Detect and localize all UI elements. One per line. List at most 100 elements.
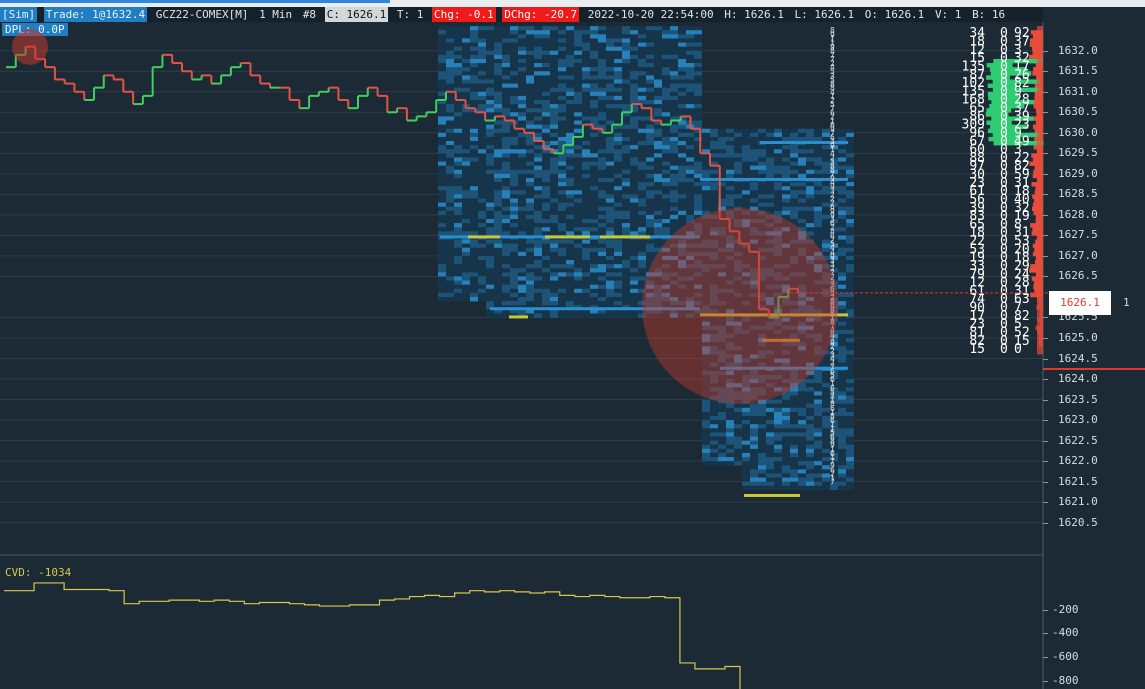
heatmap-cell: [566, 218, 574, 224]
heatmap-cell: [790, 391, 798, 396]
heatmap-cell: [566, 71, 574, 76]
heatmap-cell: [470, 79, 478, 84]
heatmap-cell: [670, 210, 678, 216]
heatmap-cell: [846, 485, 854, 491]
heatmap-cell: [510, 91, 518, 97]
heatmap-cell: [486, 104, 494, 109]
heatmap-cell: [462, 54, 470, 60]
heatmap-cell: [662, 116, 670, 121]
heatmap-cell: [542, 116, 550, 121]
heatmap-cell: [694, 91, 702, 97]
heatmap-cell: [446, 288, 454, 294]
heatmap-cell: [446, 276, 454, 281]
heatmap-cell: [838, 457, 846, 462]
heatmap-cell: [750, 194, 758, 199]
heatmap-cell: [526, 75, 534, 80]
heatmap-cell: [630, 198, 638, 203]
heatmap-cell: [606, 99, 614, 105]
heatmap-cell: [454, 223, 462, 228]
heatmap-cell: [454, 198, 462, 203]
heatmap-cell: [470, 42, 478, 47]
chart-canvas[interactable]: 8911987724535884125762169763914238879493…: [0, 22, 1145, 689]
heatmap-cell: [710, 424, 718, 429]
heatmap-cell: [478, 124, 486, 129]
heatmap-cell: [750, 457, 758, 462]
heatmap-cell: [518, 182, 526, 187]
heatmap-cell: [790, 157, 798, 162]
heatmap-cell: [606, 255, 614, 261]
heatmap-cell: [438, 186, 446, 191]
heatmap-cell: [478, 54, 486, 60]
heatmap-cell: [726, 461, 734, 466]
current-price-marker: 1626.1: [1049, 291, 1111, 315]
heatmap-cell: [814, 399, 822, 404]
heatmap-cell: [590, 251, 598, 257]
heatmap-cell: [438, 83, 446, 88]
heatmap-cell: [598, 255, 606, 261]
heatmap-cell: [622, 141, 630, 146]
heatmap-cell: [662, 34, 670, 39]
heatmap-cell: [750, 440, 758, 446]
price-axis-label: 1621.5: [1058, 474, 1098, 488]
heatmap-cell: [470, 214, 478, 220]
heatmap-cell: [814, 395, 822, 400]
heatmap-cell: [750, 481, 758, 487]
heatmap-cell: [558, 255, 566, 261]
heatmap-cell: [550, 54, 558, 60]
heatmap-cell: [726, 194, 734, 199]
heatmap-cell: [838, 481, 846, 487]
heatmap-cell: [614, 141, 622, 146]
heatmap-cell: [566, 296, 574, 302]
heatmap-cell: [582, 218, 590, 224]
heatmap-cell: [606, 116, 614, 121]
heatmap-cell: [502, 227, 510, 232]
heatmap-cell: [518, 50, 526, 56]
heatmap-cell: [606, 284, 614, 290]
heatmap-cell: [558, 91, 566, 97]
heatmap-cell: [670, 30, 678, 35]
heatmap-cell: [822, 169, 830, 175]
heatmap-cell: [646, 186, 654, 191]
heatmap-cell: [606, 243, 614, 249]
heatmap-cell: [806, 149, 814, 154]
heatmap-cell: [614, 132, 622, 138]
heatmap-cell: [670, 132, 678, 138]
interval-label[interactable]: 1 Min: [257, 7, 294, 22]
heatmap-cell: [638, 67, 646, 72]
heatmap-cell: [542, 112, 550, 117]
heatmap-cell: [814, 428, 822, 433]
heatmap-cell: [534, 124, 542, 129]
cvd-axis-tick: [1043, 680, 1048, 682]
sim-mode-badge[interactable]: [Sim]: [0, 7, 38, 22]
heatmap-cell: [518, 91, 526, 97]
heatmap-cell: [678, 186, 686, 191]
heatmap-cell: [846, 420, 854, 425]
heatmap-cell: [686, 99, 694, 105]
heatmap-cell: [534, 108, 542, 113]
heatmap-cell: [542, 108, 550, 113]
heatmap-cell: [750, 403, 758, 409]
heatmap-cell: [798, 432, 806, 437]
heatmap-cell: [646, 141, 654, 146]
heatmap-cell: [654, 132, 662, 138]
heatmap-cell: [534, 239, 542, 244]
heatmap-cell: [550, 157, 558, 162]
heatmap-cell: [662, 218, 670, 224]
heatmap-cell: [454, 227, 462, 232]
heatmap-cell: [710, 202, 718, 207]
heatmap-cell: [590, 264, 598, 269]
heatmap-cell: [574, 104, 582, 109]
heatmap-cell: [558, 243, 566, 249]
heatmap-cell: [454, 260, 462, 265]
heatmap-cell: [534, 132, 542, 138]
heatmap-cell: [758, 485, 766, 491]
heatmap-cell: [782, 198, 790, 203]
heatmap-cell: [478, 58, 486, 64]
heatmap-cell: [478, 157, 486, 162]
heatmap-cell: [446, 54, 454, 60]
heatmap-cell: [590, 34, 598, 39]
heatmap-cell: [678, 30, 686, 35]
symbol-label[interactable]: GCZ22-COMEX[M]: [154, 7, 251, 22]
heatmap-cell: [798, 469, 806, 474]
heatmap-cell: [662, 83, 670, 88]
